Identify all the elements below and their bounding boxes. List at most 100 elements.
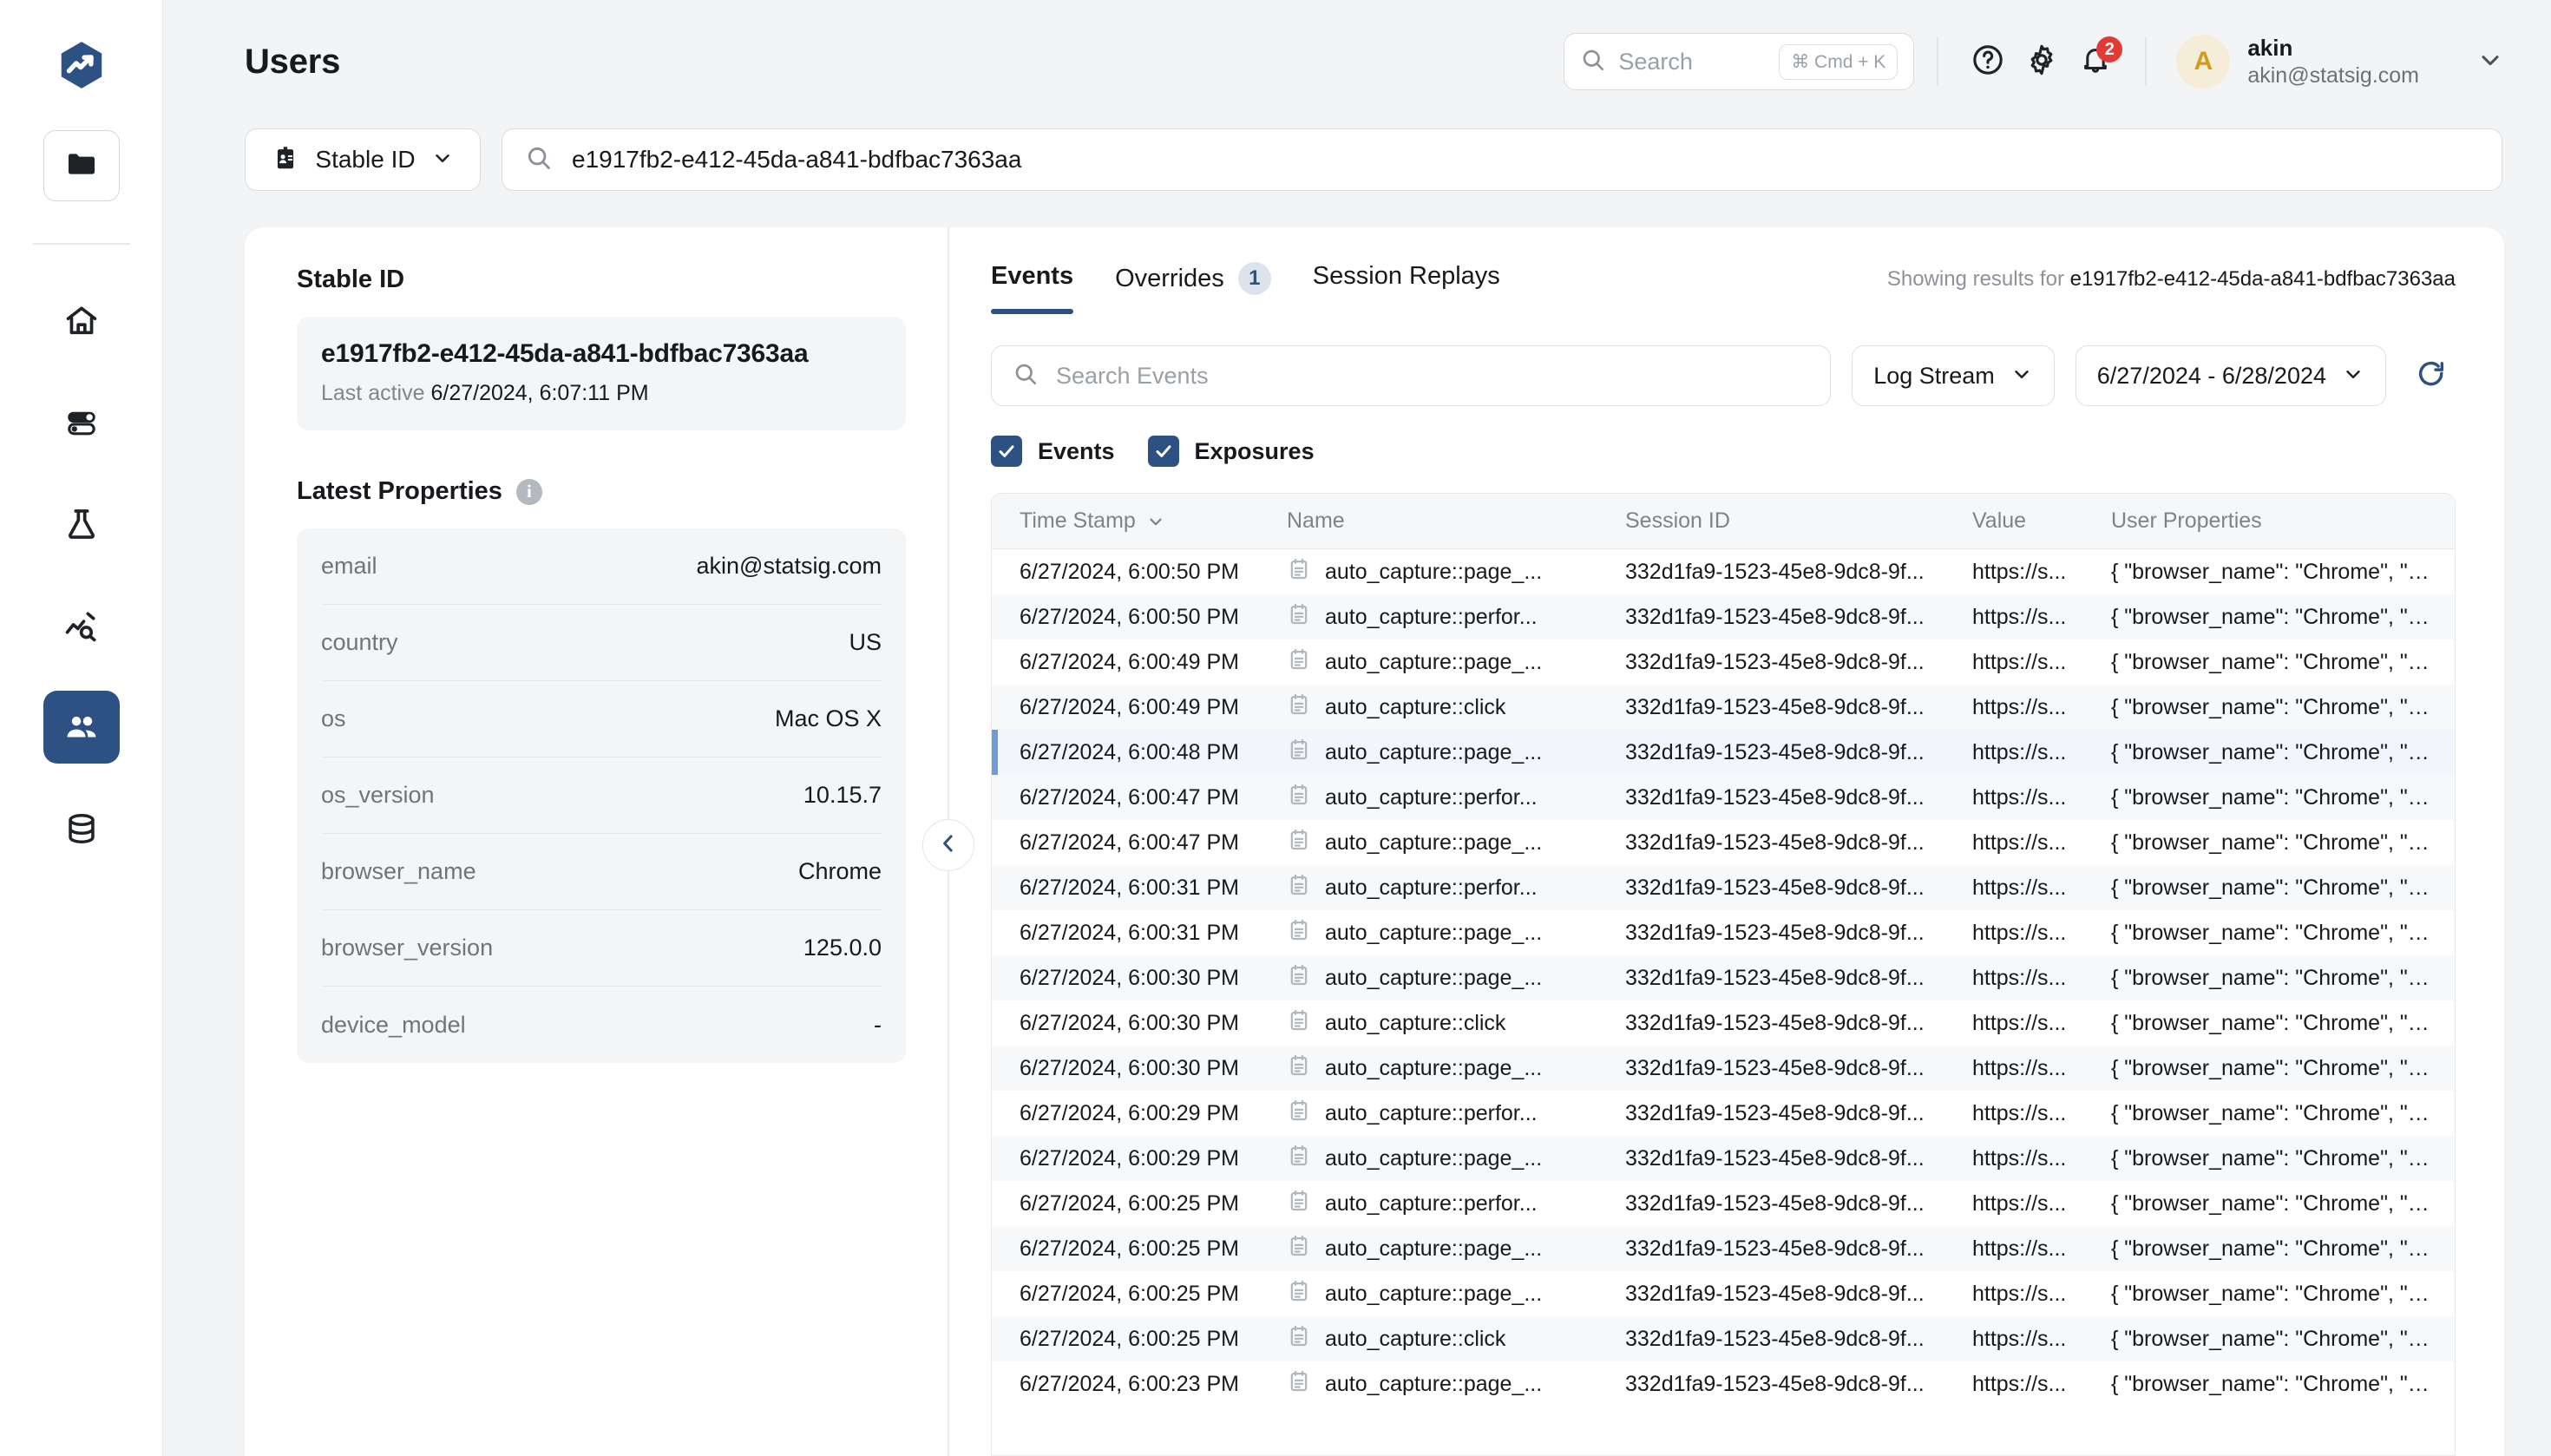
table-row[interactable]: 6/27/2024, 6:00:31 PM auto_capture::perfo… — [991, 865, 2455, 910]
property-value: - — [874, 1011, 882, 1038]
cell-user-properties: { "browser_name": "Chrome", "bro... — [2110, 559, 2455, 584]
sidebar-item-feature-gates[interactable] — [43, 386, 120, 459]
property-key: os_version — [321, 782, 435, 808]
table-row[interactable]: 6/27/2024, 6:00:25 PM auto_capture::page_… — [991, 1226, 2455, 1271]
column-header-label: User Properties — [2110, 508, 2262, 533]
table-row[interactable]: 6/27/2024, 6:00:25 PM auto_capture::page_… — [992, 1271, 2455, 1316]
id-search-input[interactable]: e1917fb2-e412-45da-a841-bdfbac7363aa — [502, 128, 2502, 191]
help-circle-icon — [1971, 43, 2005, 82]
tab-overrides[interactable]: Overrides 1 — [1115, 262, 1271, 314]
table-row[interactable]: 6/27/2024, 6:00:25 PM auto_capture::perfo… — [992, 1181, 2455, 1226]
table-row[interactable]: 6/27/2024, 6:00:50 PM auto_capture::perfo… — [991, 594, 2455, 639]
id-type-select[interactable]: Stable ID — [245, 128, 481, 191]
column-header-user-properties[interactable]: User Properties — [2111, 508, 2455, 534]
cell-value: https://s... — [1971, 1100, 2067, 1125]
event-name-label: auto_capture::page_... — [1324, 649, 1543, 674]
sidebar-item-experiments[interactable] — [43, 488, 120, 561]
property-row: os_version 10.15.7 — [321, 758, 882, 834]
date-range-select[interactable]: 6/27/2024 - 6/28/2024 — [2075, 345, 2386, 406]
sidebar-item-data[interactable] — [43, 792, 120, 865]
user-menu-button[interactable]: A akin akin@statsig.com — [2176, 34, 2504, 89]
table-row[interactable]: 6/27/2024, 6:00:49 PM auto_capture::page_… — [992, 639, 2455, 685]
events-pane: Events Overrides 1 Session Replays Showing … — [949, 227, 2504, 1456]
property-value: 10.15.7 — [803, 782, 882, 808]
event-log-icon — [1287, 1008, 1311, 1039]
collapse-left-pane-button[interactable] — [922, 819, 974, 871]
column-header-time-stamp[interactable]: Time Stamp — [992, 508, 1287, 534]
column-header-session-id[interactable]: Session ID — [1625, 508, 1972, 534]
properties-list: email akin@statsig.com country US os Mac OS X… — [297, 528, 906, 1063]
table-row[interactable]: 6/27/2024, 6:00:30 PM auto_capture::page_… — [991, 1046, 2455, 1091]
event-name-label: auto_capture::page_... — [1324, 1055, 1543, 1080]
event-name-label: auto_capture::page_... — [1324, 920, 1543, 945]
table-row[interactable]: 6/27/2024, 6:00:31 PM auto_capture::page_… — [992, 910, 2455, 955]
sidebar-item-home[interactable] — [43, 285, 120, 357]
showing-results-value: e1917fb2-e412-45da-a841-bdfbac7363aa — [2069, 267, 2456, 291]
tab-label: Overrides — [1115, 264, 1224, 292]
refresh-button[interactable] — [2407, 349, 2456, 403]
table-row[interactable]: 6/27/2024, 6:00:29 PM auto_capture::perfo… — [992, 1091, 2455, 1136]
table-row[interactable]: 6/27/2024, 6:00:23 PM auto_capture::page_… — [992, 1361, 2455, 1407]
property-row: os Mac OS X — [321, 681, 882, 758]
checkbox-events[interactable]: Events — [990, 436, 1115, 467]
cell-session-id: 332d1fa9-1523-45e8-9dc8-9f... — [1624, 1326, 1925, 1351]
table-row[interactable]: 6/27/2024, 6:00:47 PM auto_capture::page_… — [992, 820, 2455, 865]
top-bar-right: Search ⌘ Cmd + K 2 A akin akin@statsig.c… — [1564, 33, 2504, 90]
cell-user-properties: { "browser_name": "Chrome", "bro... — [2110, 920, 2455, 945]
sidebar-item-metrics[interactable] — [43, 589, 120, 662]
cell-name: auto_capture::page_... — [1287, 1369, 1625, 1400]
table-row[interactable]: 6/27/2024, 6:00:48 PM auto_capture::page_… — [991, 730, 2455, 775]
column-header-value[interactable]: Value — [1972, 508, 2111, 534]
statsig-logo-icon[interactable] — [53, 36, 110, 94]
cell-session-id: 332d1fa9-1523-45e8-9dc8-9f... — [1624, 1145, 1925, 1171]
event-log-icon — [1287, 1369, 1311, 1400]
table-row[interactable]: 6/27/2024, 6:00:25 PM auto_capture::click… — [991, 1316, 2455, 1361]
table-row[interactable]: 6/27/2024, 6:00:30 PM auto_capture::page_… — [991, 955, 2455, 1000]
tab-session-replays[interactable]: Session Replays — [1313, 262, 1500, 314]
table-row[interactable]: 6/27/2024, 6:00:29 PM auto_capture::page_… — [991, 1136, 2455, 1181]
cell-timestamp: 6/27/2024, 6:00:31 PM — [1019, 920, 1239, 945]
column-header-name[interactable]: Name — [1287, 508, 1625, 534]
id-badge-icon — [272, 144, 299, 176]
event-name-label: auto_capture::click — [1324, 1010, 1506, 1035]
global-search-input[interactable]: Search ⌘ Cmd + K — [1564, 33, 1915, 90]
cell-name: auto_capture::page_... — [1287, 557, 1625, 587]
table-row[interactable]: 6/27/2024, 6:00:49 PM auto_capture::click… — [991, 685, 2455, 730]
cell-timestamp: 6/27/2024, 6:00:25 PM — [1019, 1236, 1239, 1261]
event-name-label: auto_capture::page_... — [1324, 965, 1543, 990]
tab-events[interactable]: Events — [990, 262, 1074, 314]
cell-timestamp: 6/27/2024, 6:00:30 PM — [1019, 965, 1239, 990]
project-switcher-button[interactable] — [43, 130, 120, 201]
log-stream-select[interactable]: Log Stream — [1852, 345, 2055, 406]
user-name: akin — [2247, 35, 2293, 62]
events-search-input[interactable]: Search Events — [990, 345, 1832, 406]
table-row[interactable]: 6/27/2024, 6:00:47 PM auto_capture::perfo… — [991, 775, 2455, 820]
property-key: device_model — [321, 1011, 466, 1038]
id-type-label: Stable ID — [315, 146, 416, 173]
event-log-icon — [1287, 1144, 1311, 1174]
users-icon — [63, 709, 100, 745]
sidebar-item-users[interactable] — [43, 691, 120, 764]
latest-properties-header: Latest Properties i — [297, 477, 906, 506]
global-search-placeholder: Search — [1618, 48, 1693, 75]
event-name-label: auto_capture::perfor... — [1324, 1190, 1538, 1216]
table-row[interactable]: 6/27/2024, 6:00:50 PM auto_capture::page_… — [992, 549, 2455, 594]
event-name-label: auto_capture::page_... — [1324, 559, 1543, 584]
settings-button[interactable] — [2015, 35, 2069, 89]
search-icon — [525, 144, 553, 176]
column-header-label: Session ID — [1624, 508, 1730, 533]
table-row[interactable]: 6/27/2024, 6:00:30 PM auto_capture::click… — [992, 1000, 2455, 1046]
notifications-button[interactable]: 2 — [2069, 35, 2123, 89]
cell-name: auto_capture::page_... — [1287, 1279, 1625, 1309]
event-name-label: auto_capture::page_... — [1324, 1281, 1543, 1306]
flask-experiments-icon — [63, 506, 100, 542]
help-button[interactable] — [1961, 35, 2015, 89]
cell-name: auto_capture::page_... — [1287, 828, 1625, 858]
cell-user-properties: { "browser_name": "Chrome", "bro... — [2110, 1236, 2455, 1261]
cell-name: auto_capture::page_... — [1287, 1053, 1625, 1084]
cell-session-id: 332d1fa9-1523-45e8-9dc8-9f... — [1624, 784, 1925, 810]
checkbox-exposures[interactable]: Exposures — [1147, 436, 1315, 467]
info-icon[interactable]: i — [515, 478, 542, 505]
cell-session-id: 332d1fa9-1523-45e8-9dc8-9f... — [1624, 1010, 1925, 1035]
cell-user-properties: { "browser_name": "Chrome", "bro... — [2110, 694, 2455, 719]
